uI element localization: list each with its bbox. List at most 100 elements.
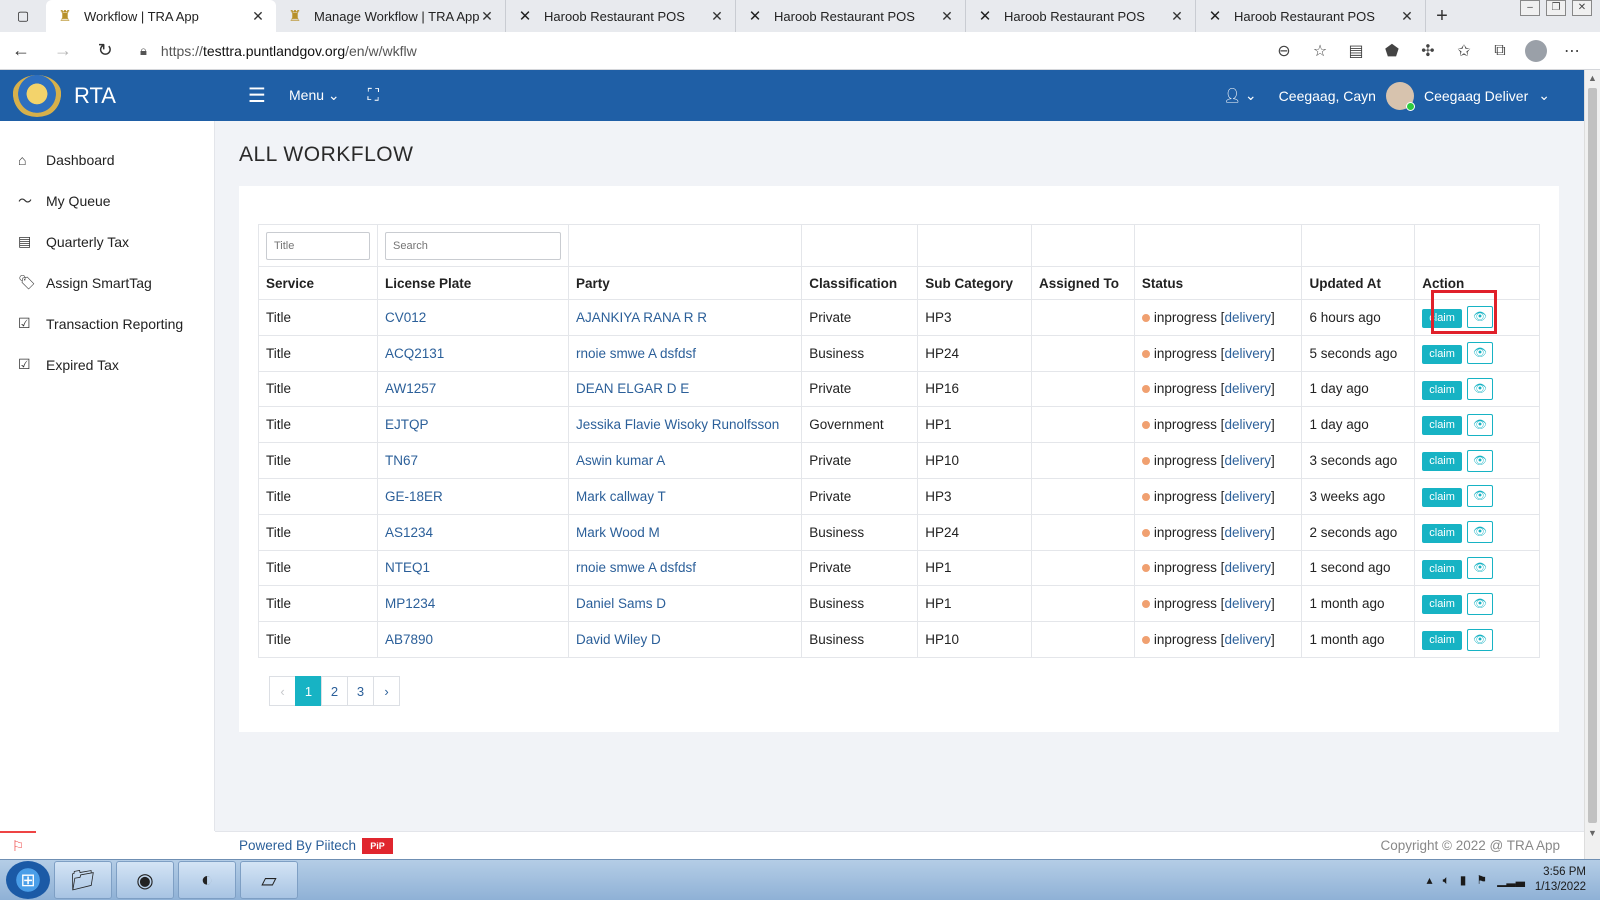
license-plate-link[interactable]: NTEQ1 (385, 560, 430, 575)
party-link[interactable]: Mark callway T (576, 489, 666, 504)
file-explorer-icon[interactable]: 📁︎ (54, 861, 112, 899)
claim-button[interactable]: claim (1422, 487, 1462, 507)
claim-button[interactable]: claim (1422, 452, 1462, 472)
license-plate-link[interactable]: AB7890 (385, 632, 433, 647)
favorites-icon[interactable]: ✩ (1446, 36, 1482, 66)
more-icon[interactable]: ⋯ (1554, 36, 1590, 66)
party-link[interactable]: Jessika Flavie Wisoky Runolfsson (576, 417, 779, 432)
view-eye-icon[interactable]: 👁︎ (1466, 485, 1493, 508)
sidebar-item-quarterly-tax[interactable]: ▤ Quarterly Tax (0, 221, 214, 262)
view-eye-icon[interactable]: 👁︎ (1466, 521, 1493, 544)
page-2-button[interactable]: 2 (321, 676, 348, 706)
hamburger-icon[interactable]: ☰ (237, 83, 277, 108)
minimize-icon[interactable]: – (1520, 0, 1540, 16)
back-icon[interactable]: ← (0, 32, 42, 70)
party-link[interactable]: AJANKIYA RANA R R (576, 310, 707, 325)
org-name[interactable]: Ceegaag, Cayn (1279, 88, 1376, 104)
party-link[interactable]: rnoie smwe A dsfdsf (576, 346, 696, 361)
zoom-icon[interactable]: ⊖ (1266, 36, 1302, 66)
refresh-icon[interactable]: ↻ (84, 32, 126, 70)
page-3-button[interactable]: 3 (347, 676, 374, 706)
party-link[interactable]: DEAN ELGAR D E (576, 381, 689, 396)
stage-link[interactable]: delivery (1224, 632, 1271, 647)
view-eye-icon[interactable]: 👁︎ (1466, 342, 1493, 365)
chevron-down-icon[interactable]: ⌄ (1538, 87, 1550, 104)
user-menu-icon[interactable]: 👤︎ ⌄ (1223, 87, 1256, 104)
sidebar-item-dashboard[interactable]: ⌂ Dashboard (0, 139, 214, 180)
stage-link[interactable]: delivery (1224, 453, 1271, 468)
notepad-icon[interactable]: ▱ (240, 861, 298, 899)
claim-button[interactable]: claim (1422, 380, 1462, 400)
sidebar-item-transaction-reporting[interactable]: ☑ Transaction Reporting (0, 303, 214, 344)
browser-tab-workflow[interactable]: ♜ Workflow | TRA App ✕ (46, 0, 276, 32)
start-button[interactable]: ⊞ (6, 861, 50, 899)
browser-tab-manage-workflow[interactable]: ♜ Manage Workflow | TRA App ✕ (276, 0, 506, 32)
stage-link[interactable]: delivery (1224, 381, 1271, 396)
new-tab-button[interactable]: + (1426, 0, 1458, 32)
view-eye-icon[interactable]: 👁︎ (1466, 556, 1493, 579)
license-plate-link[interactable]: AW1257 (385, 381, 436, 396)
stage-link[interactable]: delivery (1224, 560, 1271, 575)
user-avatar[interactable] (1385, 81, 1415, 111)
prev-page-button[interactable]: ‹ (269, 676, 296, 706)
claim-button[interactable]: claim (1422, 344, 1462, 364)
close-tab-icon[interactable]: ✕ (1169, 8, 1185, 25)
license-plate-link[interactable]: MP1234 (385, 596, 435, 611)
view-eye-icon[interactable]: 👁︎ (1466, 592, 1493, 615)
lock-icon[interactable]: 🔒︎ (140, 43, 147, 59)
license-plate-link[interactable]: CV012 (385, 310, 426, 325)
view-eye-icon[interactable]: 👁︎ (1466, 449, 1493, 472)
browser-tab-haroob-1[interactable]: ✕ Haroob Restaurant POS ✕ (506, 0, 736, 32)
reading-icon[interactable]: ▤ (1338, 36, 1374, 66)
party-link[interactable]: David Wiley D (576, 632, 661, 647)
view-eye-icon[interactable]: 👁︎ (1466, 413, 1493, 436)
url-field[interactable]: 🔒︎ https://testtra.puntlandgov.org/en/w/… (126, 36, 1266, 66)
network-warning-icon[interactable]: ⚑ (1476, 873, 1487, 887)
browser-tab-haroob-2[interactable]: ✕ Haroob Restaurant POS ✕ (736, 0, 966, 32)
claim-button[interactable]: claim (1422, 416, 1462, 436)
license-plate-link[interactable]: TN67 (385, 453, 418, 468)
close-window-icon[interactable]: ✕ (1572, 0, 1592, 16)
party-link[interactable]: Daniel Sams D (576, 596, 666, 611)
claim-button[interactable]: claim (1422, 523, 1462, 543)
extensions-icon[interactable]: ✣ (1410, 36, 1446, 66)
sidebar-item-assign-smarttag[interactable]: 🏷︎ Assign SmartTag (0, 262, 214, 303)
license-plate-link[interactable]: EJTQP (385, 417, 429, 432)
close-tab-icon[interactable]: ✕ (939, 8, 955, 25)
claim-button[interactable]: claim (1422, 595, 1462, 615)
fullscreen-icon[interactable]: ⛶ (368, 87, 379, 105)
shield-icon[interactable]: ⬟ (1374, 36, 1410, 66)
tray-expand-icon[interactable]: ▴ (1427, 873, 1433, 887)
stage-link[interactable]: delivery (1224, 417, 1271, 432)
service-filter-input[interactable] (266, 231, 370, 260)
browser-tab-haroob-3[interactable]: ✕ Haroob Restaurant POS ✕ (966, 0, 1196, 32)
close-tab-icon[interactable]: ✕ (1399, 8, 1415, 25)
scroll-down-icon[interactable]: ▼ (1585, 825, 1600, 841)
party-link[interactable]: Aswin kumar A (576, 453, 665, 468)
party-link[interactable]: Mark Wood M (576, 525, 660, 540)
scroll-thumb[interactable] (1588, 88, 1597, 823)
next-page-button[interactable]: › (373, 676, 400, 706)
favorite-add-icon[interactable]: ☆ (1302, 36, 1338, 66)
close-tab-icon[interactable]: ✕ (709, 8, 725, 25)
claim-button[interactable]: claim (1422, 559, 1462, 579)
collections-icon[interactable]: ⧉ (1482, 36, 1518, 66)
stage-link[interactable]: delivery (1224, 489, 1271, 504)
stage-link[interactable]: delivery (1224, 525, 1271, 540)
battery-icon[interactable]: ▮ (1460, 873, 1467, 887)
user-name[interactable]: Ceegaag Deliver (1424, 88, 1528, 104)
debug-icon[interactable]: ⚐ (0, 831, 36, 859)
tab-actions-icon[interactable]: ▢ (0, 0, 46, 32)
restore-icon[interactable]: ❐ (1546, 0, 1566, 16)
chrome-icon[interactable]: ◉ (116, 861, 174, 899)
signal-icon[interactable]: ▁▂▃ (1497, 873, 1525, 887)
stage-link[interactable]: delivery (1224, 310, 1271, 325)
stage-link[interactable]: delivery (1224, 596, 1271, 611)
menu-dropdown[interactable]: Menu ⌄ (289, 87, 340, 104)
brand[interactable]: RTA (0, 74, 215, 117)
license-plate-link[interactable]: ACQ2131 (385, 346, 444, 361)
view-eye-icon[interactable]: 👁︎ (1466, 628, 1493, 651)
plate-search-input[interactable] (385, 231, 561, 260)
clock[interactable]: 3:56 PM 1/13/2022 (1535, 865, 1586, 895)
close-tab-icon[interactable]: ✕ (479, 8, 495, 25)
